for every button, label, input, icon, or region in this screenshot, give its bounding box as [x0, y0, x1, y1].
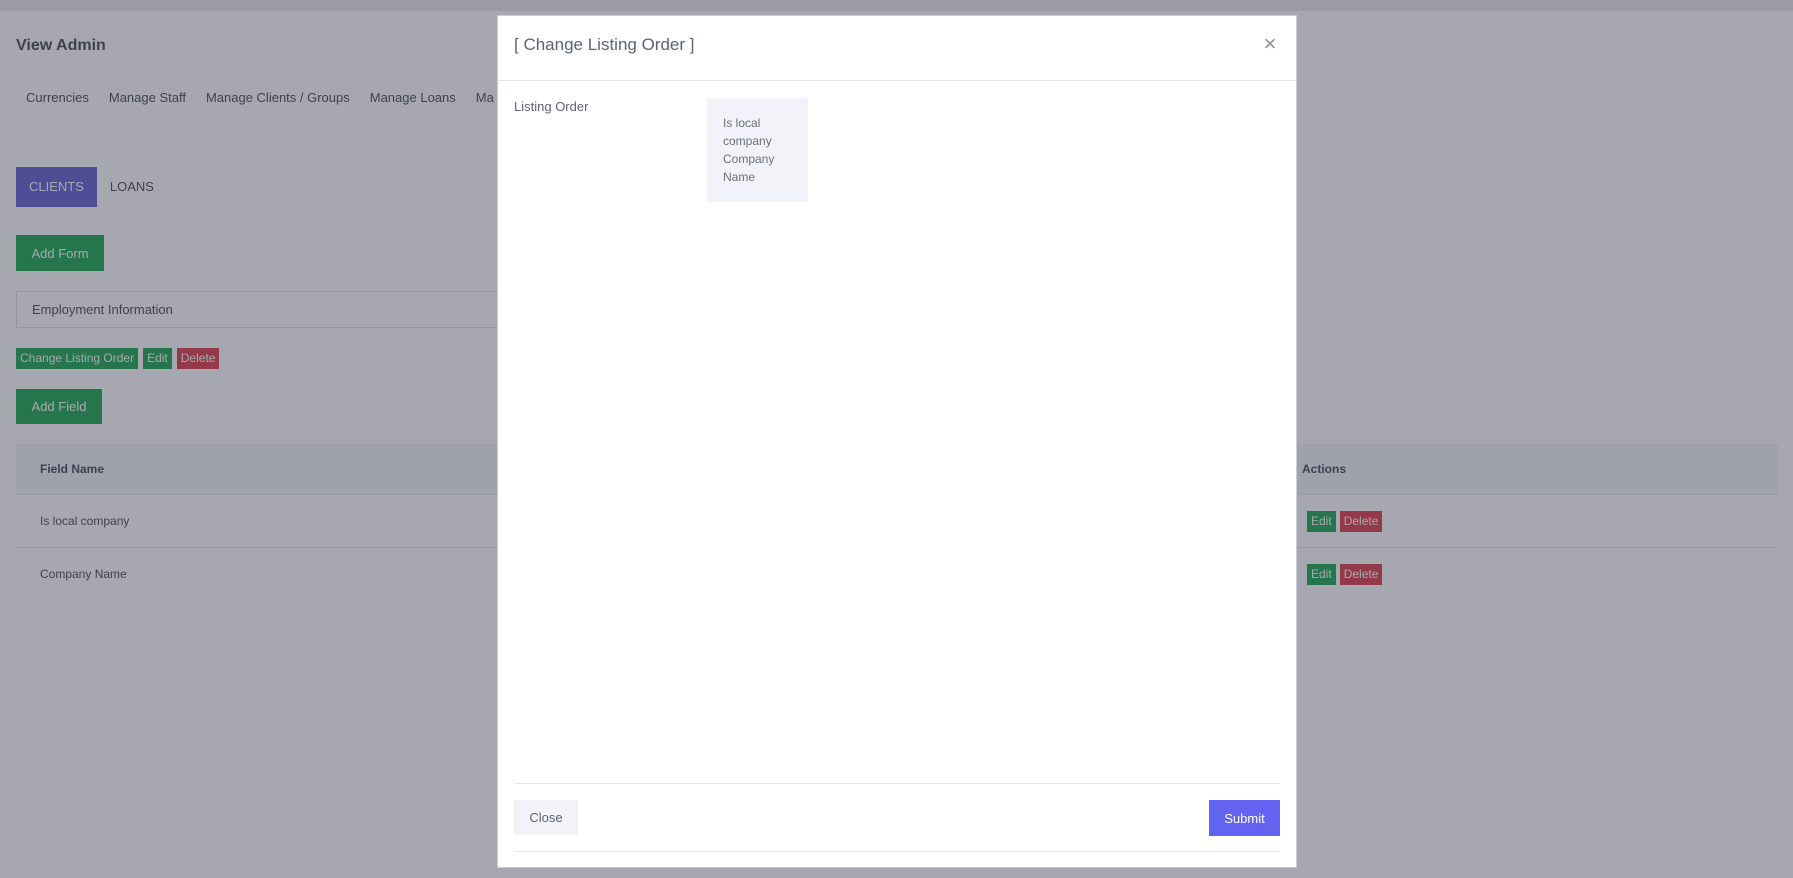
submit-button[interactable]: Submit	[1209, 800, 1280, 836]
listing-order-sortable-list: Is local company Company Name	[707, 98, 808, 202]
modal-title: [ Change Listing Order ]	[514, 35, 695, 54]
modal-header: [ Change Listing Order ] ×	[498, 16, 1296, 81]
close-icon[interactable]: ×	[1258, 32, 1282, 56]
change-listing-order-modal: [ Change Listing Order ] × Listing Order…	[497, 15, 1297, 868]
listing-order-label: Listing Order	[514, 99, 589, 114]
footer-divider	[514, 783, 1280, 784]
footer-divider-bottom	[514, 851, 1280, 852]
list-item[interactable]: Company Name	[723, 150, 792, 186]
list-item[interactable]: Is local company	[723, 114, 792, 150]
close-button[interactable]: Close	[514, 800, 578, 835]
